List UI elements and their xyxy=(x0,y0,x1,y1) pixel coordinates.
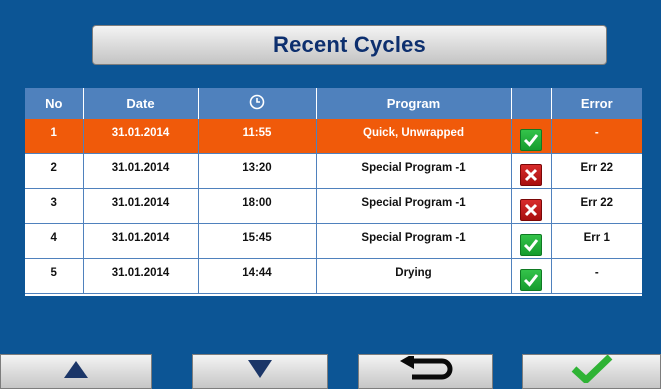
column-header-program: Program xyxy=(316,88,512,119)
confirm-button[interactable] xyxy=(522,354,661,389)
table-row[interactable]: 4 31.01.2014 15:45 Special Program -1 Err 1 xyxy=(25,223,642,259)
checkmark-icon xyxy=(570,354,614,388)
return-arrow-icon xyxy=(398,353,454,387)
cell-program: Quick, Unwrapped xyxy=(363,127,464,139)
column-header-status xyxy=(511,88,552,119)
cell-time: 15:45 xyxy=(242,232,272,244)
page-title: Recent Cycles xyxy=(272,32,426,57)
cell-no: 3 xyxy=(50,197,57,209)
cell-error: Err 22 xyxy=(580,197,614,209)
title-bar: Recent Cycles xyxy=(92,25,607,65)
recent-cycles-table: No Date Program Error 1 31.01.2014 11:55 Qu… xyxy=(25,88,642,296)
table-row[interactable]: 5 31.01.2014 14:44 Drying - xyxy=(25,258,642,294)
cell-no: 4 xyxy=(50,232,57,244)
table-header-row: No Date Program Error xyxy=(25,88,642,119)
column-header-time xyxy=(198,88,317,119)
status-ok-icon xyxy=(520,269,542,291)
cell-no: 1 xyxy=(50,127,57,139)
status-ok-icon xyxy=(520,234,542,256)
cell-no: 5 xyxy=(50,267,57,279)
table-row[interactable]: 2 31.01.2014 13:20 Special Program -1 Err 22 xyxy=(25,153,642,189)
cell-date: 31.01.2014 xyxy=(111,232,170,244)
cell-program: Special Program -1 xyxy=(361,197,466,209)
table-row[interactable]: 3 31.01.2014 18:00 Special Program -1 Err 22 xyxy=(25,188,642,224)
cell-error: - xyxy=(594,267,599,279)
column-header-error: Error xyxy=(551,88,642,119)
status-fail-icon xyxy=(520,164,542,186)
scroll-up-button[interactable] xyxy=(0,354,152,389)
triangle-down-icon xyxy=(247,359,273,384)
cell-date: 31.01.2014 xyxy=(111,127,170,139)
cell-date: 31.01.2014 xyxy=(111,197,170,209)
cell-time: 11:55 xyxy=(242,127,272,139)
cell-program: Special Program -1 xyxy=(361,162,466,174)
cell-time: 18:00 xyxy=(242,197,272,209)
cell-program: Drying xyxy=(395,267,432,279)
cell-program: Special Program -1 xyxy=(361,232,466,244)
table-row[interactable]: 1 31.01.2014 11:55 Quick, Unwrapped - xyxy=(25,119,642,154)
cell-time: 14:44 xyxy=(242,267,272,279)
back-button[interactable] xyxy=(358,353,493,389)
cell-date: 31.01.2014 xyxy=(111,162,170,174)
cell-no: 2 xyxy=(50,162,57,174)
cell-error: Err 22 xyxy=(580,162,614,174)
column-header-no: No xyxy=(25,88,84,119)
cell-time: 13:20 xyxy=(242,162,272,174)
status-fail-icon xyxy=(520,199,542,221)
clock-icon xyxy=(249,94,265,113)
scroll-down-button[interactable] xyxy=(192,354,328,389)
cell-error: - xyxy=(594,127,599,139)
triangle-up-icon xyxy=(63,359,89,384)
cell-date: 31.01.2014 xyxy=(111,267,170,279)
column-header-date: Date xyxy=(83,88,199,119)
cell-error: Err 1 xyxy=(583,232,610,244)
status-ok-icon xyxy=(520,129,542,151)
